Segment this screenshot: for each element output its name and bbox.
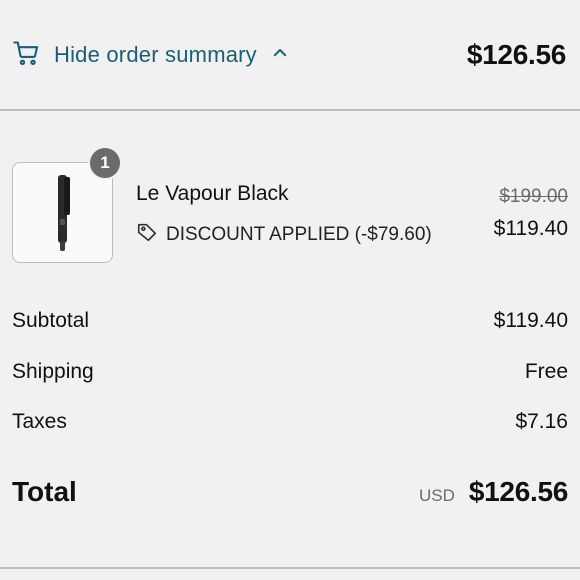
discount-label: DISCOUNT APPLIED (-$79.60) [166, 224, 432, 245]
taxes-row: Taxes $7.16 [12, 410, 568, 434]
discount-line: DISCOUNT APPLIED (-$79.60) [136, 221, 432, 249]
discounted-price: $119.40 [493, 217, 568, 240]
total-amount-group: USD $126.56 [419, 476, 568, 508]
taxes-label: Taxes [12, 410, 67, 433]
original-price: $199.00 [499, 186, 568, 207]
subtotal-value: $119.40 [493, 309, 568, 332]
cart-icon [12, 39, 54, 72]
product-name: Le Vapour Black [136, 182, 289, 205]
taxes-value: $7.16 [515, 410, 568, 433]
divider [0, 109, 580, 111]
header-total: $126.56 [466, 39, 566, 70]
total-amount: $126.56 [468, 476, 568, 507]
chevron-up-icon [257, 44, 289, 67]
currency-code: USD [418, 486, 455, 505]
subtotal-label: Subtotal [12, 309, 90, 332]
total-row: Total USD $126.56 [12, 476, 568, 508]
subtotal-row: Subtotal $119.40 [12, 309, 568, 333]
shipping-value: Free [524, 360, 568, 383]
total-label: Total [12, 476, 77, 507]
divider [0, 567, 580, 569]
flat-iron-icon [57, 174, 70, 251]
line-item: 1 Le Vapour Black DISCOUNT APPLIED (-$79… [12, 146, 568, 263]
quantity-badge: 1 [88, 146, 122, 180]
toggle-group[interactable]: Hide order summary [12, 39, 289, 72]
shipping-label: Shipping [12, 360, 94, 383]
tag-icon [136, 221, 166, 249]
toggle-label[interactable]: Hide order summary [54, 42, 257, 68]
order-summary-toggle[interactable]: Hide order summary $126.56 [0, 0, 580, 110]
shipping-row: Shipping Free [12, 360, 568, 384]
